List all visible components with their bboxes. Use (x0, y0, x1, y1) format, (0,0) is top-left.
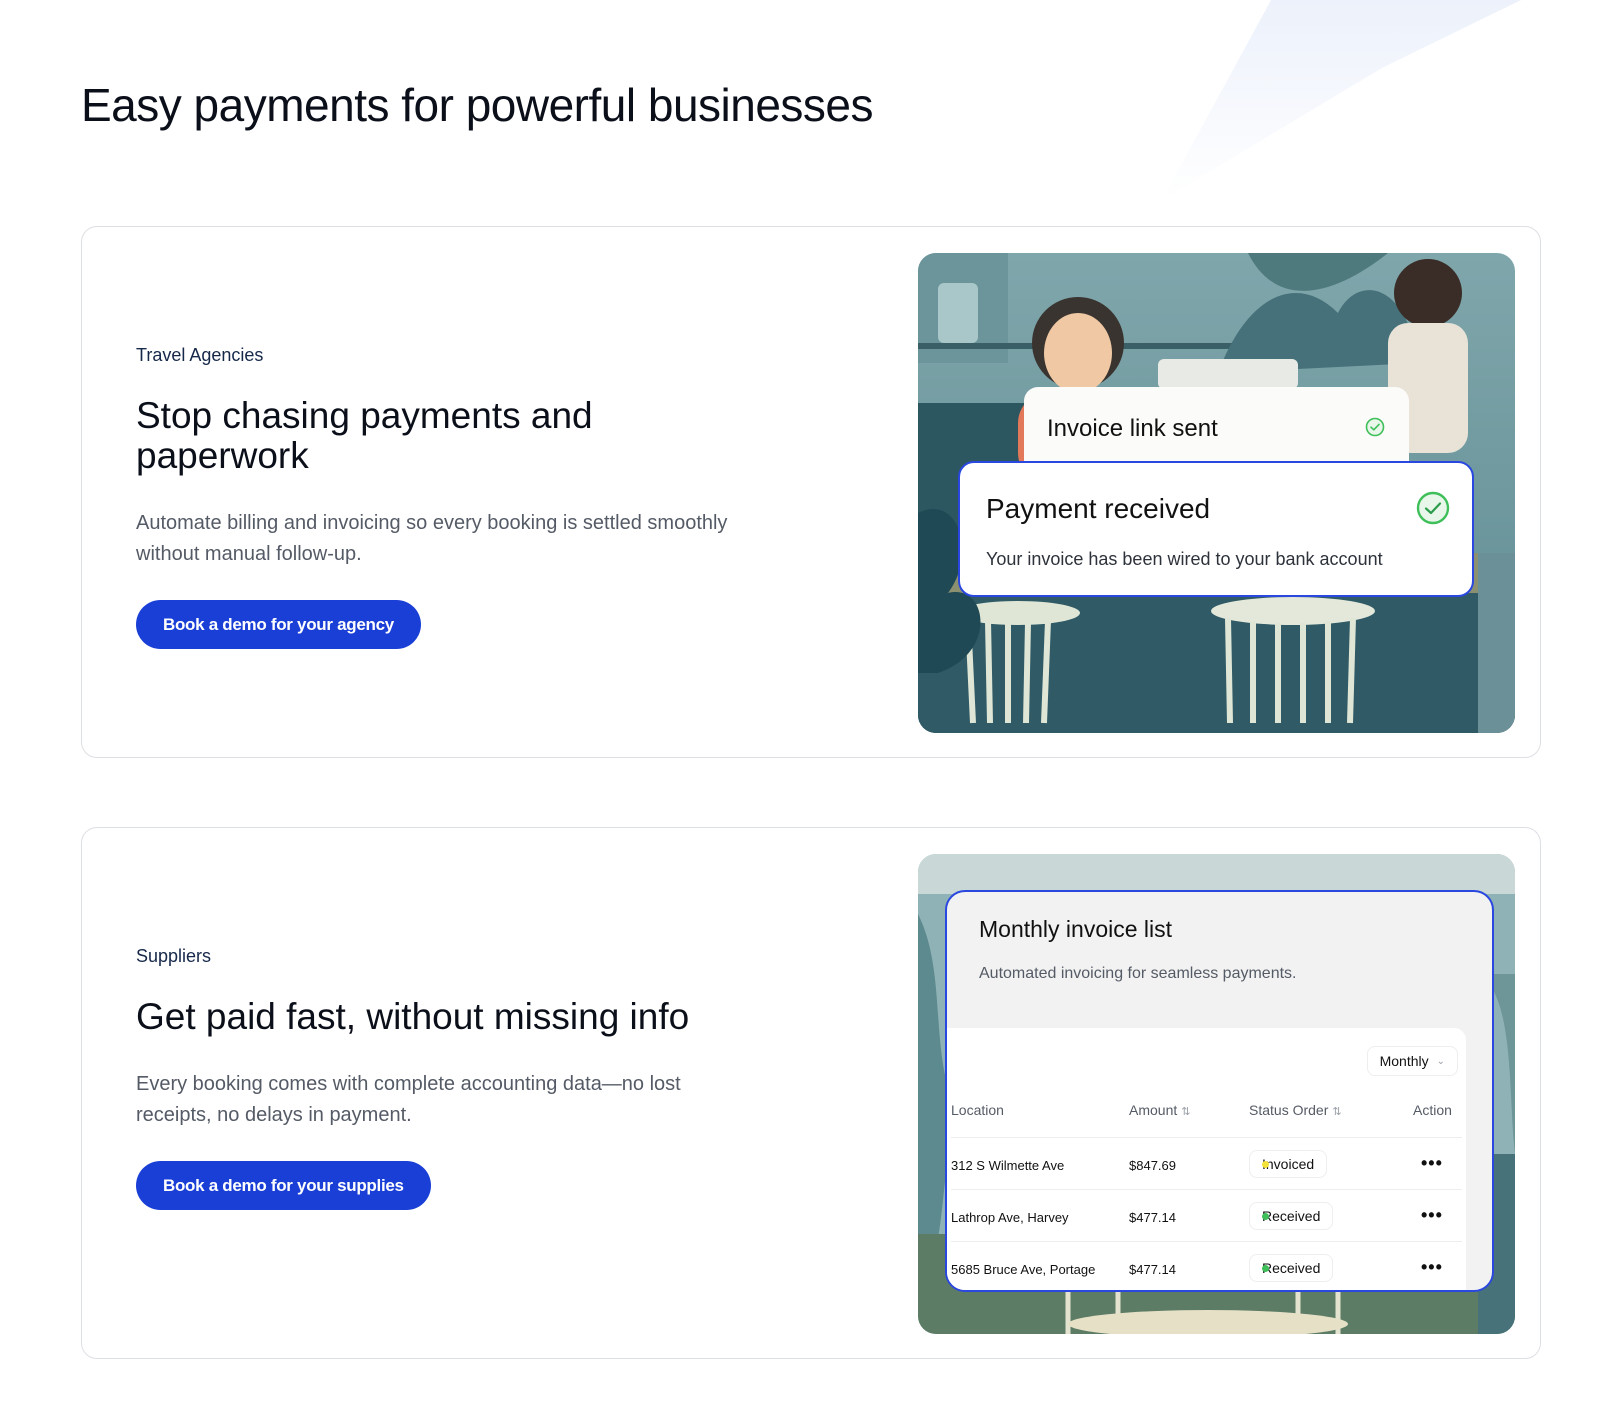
table-row: 5685 Bruce Ave, Portage $477.14 Received… (951, 1242, 1462, 1290)
status-badge: Invoiced (1249, 1150, 1328, 1178)
row-location: 5685 Bruce Ave, Portage (951, 1262, 1096, 1277)
column-action: Action (1413, 1102, 1452, 1118)
travel-illustration: Invoice link sent Payment received Your … (918, 253, 1515, 733)
row-location: 312 S Wilmette Ave (951, 1158, 1065, 1173)
status-dot (1262, 1264, 1269, 1272)
row-amount: $477.14 (1129, 1262, 1176, 1277)
status-dot (1262, 1160, 1269, 1168)
payment-title: Payment received (986, 493, 1211, 524)
invoice-link-sent-notification: Invoice link sent (1024, 387, 1409, 463)
row-amount: $847.69 (1129, 1158, 1176, 1173)
period-select[interactable]: Monthly ⌄ (1366, 1046, 1458, 1076)
card-content: Suppliers Get paid fast, without missing… (136, 946, 756, 1210)
invoice-sent-label: Invoice link sent (1047, 415, 1218, 442)
table-row: Lathrop Ave, Harvey $477.14 Received ••• (951, 1190, 1462, 1242)
more-options-icon[interactable]: ••• (1421, 1257, 1443, 1278)
card-eyebrow: Suppliers (136, 946, 212, 966)
column-location: Location (951, 1102, 1004, 1118)
payment-subtitle: Your invoice has been wired to your bank… (986, 549, 1383, 569)
period-value: Monthly (1379, 1053, 1429, 1069)
invoice-list-subtitle: Automated invoicing for seamless payment… (979, 965, 1297, 982)
book-demo-supplies-button[interactable]: Book a demo for your supplies (136, 1161, 431, 1210)
column-amount[interactable]: Amount ⇅ (1129, 1102, 1190, 1118)
background-decoration (1162, 0, 1562, 200)
book-demo-agency-button[interactable]: Book a demo for your agency (136, 600, 421, 649)
card-description: Automate billing and invoicing so every … (136, 512, 728, 565)
payment-received-card: Payment received Your invoice has been w… (958, 461, 1474, 597)
status-dot (1262, 1212, 1269, 1220)
more-options-icon[interactable]: ••• (1421, 1153, 1443, 1174)
chevron-down-icon: ⌄ (1436, 1055, 1445, 1067)
invoice-panel-header: Monthly invoice list Automated invoicing… (947, 892, 1492, 1028)
card-content: Travel Agencies Stop chasing payments an… (136, 345, 756, 649)
page-title: Easy payments for powerful businesses (81, 79, 874, 131)
more-options-icon[interactable]: ••• (1421, 1205, 1443, 1226)
travel-agencies-card: Travel Agencies Stop chasing payments an… (81, 226, 1541, 758)
invoice-list-title: Monthly invoice list (979, 916, 1173, 942)
status-badge: Received (1249, 1254, 1334, 1282)
invoice-table: Monthly ⌄ Location Amount ⇅ Status Order ⇅… (947, 1028, 1466, 1290)
table-row: 312 S Wilmette Ave $847.69 Invoiced ••• (951, 1138, 1462, 1190)
suppliers-illustration: Monthly invoice list Automated invoicing… (918, 854, 1515, 1334)
sort-icon: ⇅ (1181, 1106, 1191, 1118)
table-header: Location Amount ⇅ Status Order ⇅ Action (951, 1102, 1462, 1138)
row-location: Lathrop Ave, Harvey (951, 1210, 1069, 1225)
card-title: Get paid fast, without missing info (136, 996, 690, 1037)
check-circle-icon (1365, 417, 1385, 437)
card-description: Every booking comes with complete accoun… (136, 1073, 681, 1126)
suppliers-card: Suppliers Get paid fast, without missing… (81, 827, 1541, 1359)
status-badge: Received (1249, 1202, 1334, 1230)
sort-icon: ⇅ (1332, 1106, 1342, 1118)
column-status-order[interactable]: Status Order ⇅ (1249, 1102, 1342, 1118)
monthly-invoice-panel: Monthly invoice list Automated invoicing… (945, 890, 1494, 1292)
card-title: Stop chasing payments and paperwork (136, 395, 593, 476)
check-circle-icon (1416, 491, 1450, 525)
row-amount: $477.14 (1129, 1210, 1176, 1225)
card-eyebrow: Travel Agencies (136, 345, 264, 365)
